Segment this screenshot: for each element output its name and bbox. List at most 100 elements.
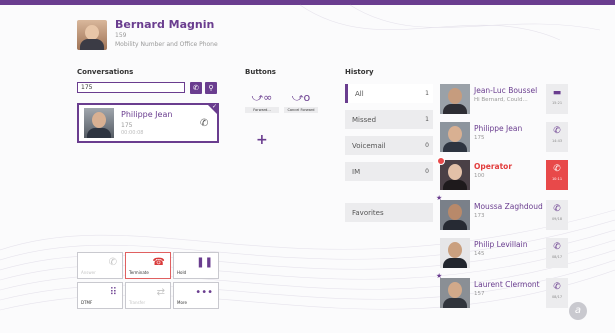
top-accent-bar bbox=[0, 0, 615, 5]
history-item[interactable]: Jean-Luc Boussel Hi Bernard, Could... ▬ … bbox=[440, 82, 568, 116]
cancel-forward-button[interactable]: ⤻o Cancel Forward bbox=[284, 86, 318, 113]
dtmf-button[interactable]: ⠿ DTMF bbox=[77, 282, 123, 309]
photo-face bbox=[92, 112, 106, 128]
answer-button[interactable]: ✆ Answer bbox=[77, 252, 123, 279]
history-name: Jean-Luc Boussel bbox=[474, 86, 538, 95]
phone-icon: ✆ bbox=[553, 242, 561, 252]
user-device-mode[interactable]: Mobility Number and Office Phone bbox=[115, 41, 218, 48]
history-action-button[interactable]: ▬ 15:21 bbox=[546, 84, 568, 114]
history-item[interactable]: Philip Levillain 145 ✆ 08/17 bbox=[440, 236, 568, 270]
forward-label: Forward... bbox=[245, 107, 279, 113]
history-time: 09/18 bbox=[551, 217, 563, 221]
hold-button[interactable]: ❚❚ Hold bbox=[173, 252, 219, 279]
more-dots-icon: ••• bbox=[195, 287, 213, 298]
history-time: 15:21 bbox=[551, 101, 563, 105]
cancel-forward-label: Cancel Forward bbox=[284, 107, 318, 113]
contact-photo bbox=[440, 238, 470, 268]
history-name: Laurent Clermont bbox=[474, 280, 540, 289]
history-action-button[interactable]: ✆ 14:43 bbox=[546, 122, 568, 152]
filter-all[interactable]: All 1 bbox=[345, 84, 433, 103]
filter-missed[interactable]: Missed 1 bbox=[345, 110, 433, 129]
favorites-button[interactable]: Favorites bbox=[345, 203, 433, 222]
history-name: Philippe Jean bbox=[474, 124, 523, 133]
photo-body bbox=[443, 258, 467, 268]
terminate-button[interactable]: ☎ Terminate bbox=[125, 252, 171, 279]
photo-body bbox=[443, 180, 467, 190]
history-item[interactable]: ★ Moussa Zaghdoud 173 ✆ 09/18 bbox=[436, 194, 568, 232]
contact-photo bbox=[84, 108, 114, 138]
history-action-button[interactable]: ✆ 08/17 bbox=[546, 238, 568, 268]
favorite-star-icon: ★ bbox=[436, 272, 443, 280]
history-name: Moussa Zaghdoud bbox=[474, 202, 543, 211]
app-window: Bernard Magnin 159 Mobility Number and O… bbox=[0, 0, 615, 333]
missed-badge bbox=[437, 157, 445, 165]
history-item[interactable]: Operator 100 ✆ 10:11 bbox=[437, 157, 568, 192]
keypad-icon: ⠿ bbox=[109, 287, 117, 298]
user-avatar[interactable] bbox=[77, 20, 107, 50]
history-action-button[interactable]: ✆ 08/17 bbox=[546, 278, 568, 308]
add-button-icon[interactable]: + bbox=[256, 132, 268, 148]
history-detail: 157 bbox=[474, 291, 485, 297]
photo-face bbox=[448, 282, 462, 298]
transfer-label: Transfer bbox=[129, 300, 146, 305]
phone-icon: ✆ bbox=[193, 84, 199, 92]
active-conversation-card[interactable]: Philippe Jean 175 00:00:08 ✆ ✓ bbox=[77, 103, 219, 143]
history-detail: 145 bbox=[474, 251, 485, 257]
phone-icon: ✆ bbox=[553, 126, 561, 136]
user-name: Bernard Magnin bbox=[115, 18, 215, 31]
more-label: More bbox=[177, 300, 187, 305]
contact-photo bbox=[440, 200, 470, 230]
history-time: 08/17 bbox=[551, 295, 563, 299]
contact-photo bbox=[440, 122, 470, 152]
avatar-body bbox=[80, 39, 104, 50]
search-button[interactable]: ⚲ bbox=[205, 82, 217, 94]
filter-label: Missed bbox=[352, 116, 377, 124]
conversation-name: Philippe Jean bbox=[121, 110, 173, 119]
check-icon: ✓ bbox=[211, 103, 217, 110]
filter-label: IM bbox=[352, 168, 361, 176]
photo-body bbox=[443, 104, 467, 114]
photo-face bbox=[448, 164, 462, 180]
filter-count: 1 bbox=[425, 116, 429, 123]
photo-face bbox=[448, 88, 462, 104]
photo-face bbox=[448, 204, 462, 220]
photo-body bbox=[443, 142, 467, 152]
conversations-title: Conversations bbox=[77, 68, 134, 76]
history-item[interactable]: Philippe Jean 175 ✆ 14:43 bbox=[440, 120, 568, 154]
contact-photo bbox=[440, 278, 470, 308]
phone-missed-icon: ✆ bbox=[553, 164, 561, 174]
phone-icon: ✆ bbox=[553, 282, 561, 292]
forward-button[interactable]: ⤻∞ Forward... bbox=[245, 86, 279, 113]
transfer-button[interactable]: ⇄ Transfer bbox=[125, 282, 171, 309]
history-time: 10:11 bbox=[551, 177, 563, 181]
filter-im[interactable]: IM 0 bbox=[345, 162, 433, 181]
history-action-button[interactable]: ✆ 09/18 bbox=[546, 200, 568, 230]
history-detail: 100 bbox=[474, 173, 485, 179]
more-button[interactable]: ••• More bbox=[173, 282, 219, 309]
history-detail: 173 bbox=[474, 213, 485, 219]
history-time: 08/17 bbox=[551, 255, 563, 259]
buttons-title: Buttons bbox=[245, 68, 276, 76]
contact-photo bbox=[440, 160, 470, 190]
call-button[interactable]: ✆ bbox=[190, 82, 202, 94]
search-input[interactable] bbox=[77, 82, 185, 93]
avatar-face bbox=[85, 25, 99, 40]
filter-count: 1 bbox=[425, 90, 429, 97]
history-action-button[interactable]: ✆ 10:11 bbox=[546, 160, 568, 190]
dtmf-label: DTMF bbox=[81, 300, 93, 305]
phone-icon: ✆ bbox=[553, 204, 561, 214]
filter-voicemail[interactable]: Voicemail 0 bbox=[345, 136, 433, 155]
history-item[interactable]: ★ Laurent Clermont 157 ✆ 08/17 bbox=[436, 272, 568, 310]
photo-body bbox=[87, 128, 111, 138]
phone-icon: ✆ bbox=[200, 118, 209, 129]
contact-photo bbox=[440, 84, 470, 114]
search-icon: ⚲ bbox=[208, 84, 214, 92]
history-name: Philip Levillain bbox=[474, 240, 528, 249]
pause-icon: ❚❚ bbox=[196, 257, 213, 268]
favorites-label: Favorites bbox=[352, 209, 384, 217]
filter-label: Voicemail bbox=[352, 142, 386, 150]
history-detail: 175 bbox=[474, 135, 485, 141]
history-detail: Hi Bernard, Could... bbox=[474, 97, 528, 103]
filter-count: 0 bbox=[425, 142, 429, 149]
transfer-icon: ⇄ bbox=[156, 287, 165, 298]
